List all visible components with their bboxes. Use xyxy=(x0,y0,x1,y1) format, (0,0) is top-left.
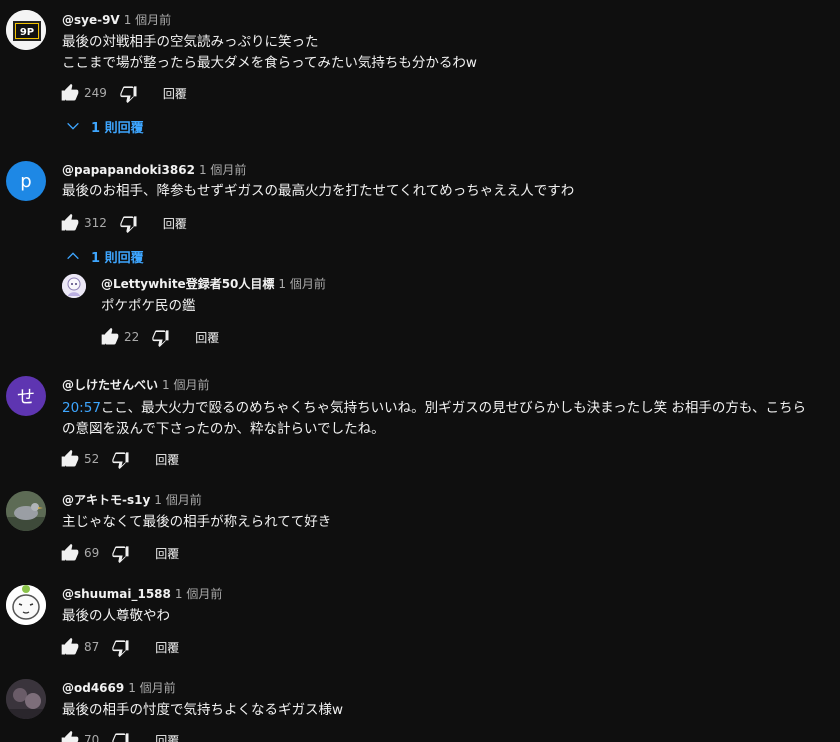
svg-text:9P: 9P xyxy=(20,27,34,38)
comment-line: の意図を汲んで下さったのか、粋な計らいでしたね。 xyxy=(62,421,385,437)
comment-header: @しけたせんべい 1 個月前 xyxy=(62,377,209,393)
comment-text: 最後の相手の忖度で気持ちよくなるギガス様w xyxy=(62,700,343,721)
avatar-letter: p xyxy=(20,170,32,192)
comment-time[interactable]: 1 個月前 xyxy=(128,681,175,695)
author-name[interactable]: @papapandoki3862 xyxy=(62,163,195,177)
comment-header: @sye-9V 1 個月前 xyxy=(62,12,171,28)
comment-line: 最後の対戦相手の空気読みっぷりに笑った xyxy=(62,34,319,50)
like-icon[interactable] xyxy=(58,728,82,742)
like-count: 52 xyxy=(84,452,100,466)
like-icon[interactable] xyxy=(58,447,82,471)
dislike-icon[interactable] xyxy=(117,211,141,235)
comment-actions: 69 回覆 xyxy=(58,541,179,565)
comment-header: @od4669 1 個月前 xyxy=(62,680,176,696)
replies-toggle-button[interactable]: 1 則回覆 xyxy=(63,114,144,138)
avatar-bird-icon xyxy=(6,491,46,531)
like-count: 87 xyxy=(84,640,100,654)
dislike-icon[interactable] xyxy=(149,325,173,349)
comment-header: @アキトモ-s1y 1 個月前 xyxy=(62,492,202,508)
avatar[interactable] xyxy=(6,679,46,719)
comment-text: 主じゃなくて最後の相手が称えられてて好き xyxy=(62,512,331,533)
comment-line: 最後の人尊敬やわ xyxy=(62,608,170,624)
comment-text: 最後の対戦相手の空気読みっぷりに笑った ここまで場が整ったら最大ダメを食らってみ… xyxy=(62,32,477,74)
avatar-letter: せ xyxy=(17,387,35,408)
comment-line: 最後のお相手、降参もせずギガスの最高火力を打たせてくれてめっちゃええ人ですわ xyxy=(62,183,575,199)
comment-time[interactable]: 1 個月前 xyxy=(199,163,246,177)
comment-header: @Lettywhite登録者50人目標 1 個月前 xyxy=(101,276,326,292)
avatar[interactable] xyxy=(62,274,86,298)
replies-count-label: 1 則回覆 xyxy=(91,120,144,136)
like-count: 22 xyxy=(124,330,140,344)
like-count: 69 xyxy=(84,546,100,560)
comment-header: @shuumai_1588 1 個月前 xyxy=(62,586,222,602)
comment-time[interactable]: 1 個月前 xyxy=(124,13,171,27)
avatar-character-icon xyxy=(62,274,86,298)
comment-text: 20:57ここ、最大火力で殴るのめちゃくちゃ気持ちいいね。別ギガスの見せびらかし… xyxy=(62,398,806,440)
author-name[interactable]: @sye-9V xyxy=(62,13,120,27)
comment-line: ポケポケ民の鑑 xyxy=(101,298,196,314)
chevron-up-icon xyxy=(63,246,83,266)
comment-actions: 87 回覆 xyxy=(58,635,179,659)
dislike-icon[interactable] xyxy=(109,635,133,659)
dislike-icon[interactable] xyxy=(109,728,133,742)
avatar[interactable] xyxy=(6,585,46,625)
comment-text: 最後のお相手、降参もせずギガスの最高火力を打たせてくれてめっちゃええ人ですわ xyxy=(62,181,574,202)
comment-line: 最後の相手の忖度で気持ちよくなるギガス様w xyxy=(62,702,344,718)
replies-count-label: 1 則回覆 xyxy=(91,250,144,266)
replies-toggle-button[interactable]: 1 則回覆 xyxy=(63,244,144,268)
comment-time[interactable]: 1 個月前 xyxy=(278,277,325,291)
timestamp-link[interactable]: 20:57 xyxy=(62,400,101,416)
comment-time[interactable]: 1 個月前 xyxy=(175,587,222,601)
reply-button[interactable]: 回覆 xyxy=(155,451,179,468)
chevron-down-icon xyxy=(63,116,83,136)
comment-actions: 70 回覆 xyxy=(58,728,179,742)
comment-actions: 249 回覆 xyxy=(58,81,187,105)
avatar-face-icon xyxy=(6,585,46,625)
comment-line-text: ここ、最大火力で殴るのめちゃくちゃ気持ちいいね。別ギガスの見せびらかしも決まった… xyxy=(100,400,806,416)
dislike-icon[interactable] xyxy=(109,541,133,565)
comment-line: 主じゃなくて最後の相手が称えられてて好き xyxy=(62,514,332,530)
like-count: 249 xyxy=(84,86,107,100)
like-count: 70 xyxy=(84,733,100,742)
like-icon[interactable] xyxy=(98,325,122,349)
author-name[interactable]: @しけたせんべい xyxy=(62,378,158,392)
reply-button[interactable]: 回覆 xyxy=(155,545,179,562)
avatar-photo-icon xyxy=(6,679,46,719)
comment-actions: 22 回覆 xyxy=(98,325,219,349)
reply-button[interactable]: 回覆 xyxy=(195,329,219,346)
avatar[interactable]: せ xyxy=(6,376,46,416)
like-icon[interactable] xyxy=(58,541,82,565)
reply-button[interactable]: 回覆 xyxy=(163,85,187,102)
comment-line: ここまで場が整ったら最大ダメを食らってみたい気持ちも分かるわw xyxy=(62,55,477,71)
like-icon[interactable] xyxy=(58,81,82,105)
like-count: 312 xyxy=(84,216,107,230)
author-name[interactable]: @Lettywhite登録者50人目標 xyxy=(101,277,274,291)
dislike-icon[interactable] xyxy=(109,447,133,471)
avatar[interactable]: p xyxy=(6,161,46,201)
reply-button[interactable]: 回覆 xyxy=(155,639,179,656)
dislike-icon[interactable] xyxy=(117,81,141,105)
comment-time[interactable]: 1 個月前 xyxy=(162,378,209,392)
comment-actions: 312 回覆 xyxy=(58,211,187,235)
avatar[interactable]: 9P xyxy=(6,10,46,50)
comment-actions: 52 回覆 xyxy=(58,447,179,471)
like-icon[interactable] xyxy=(58,211,82,235)
comment-text: 最後の人尊敬やわ xyxy=(62,606,170,627)
author-name[interactable]: @od4669 xyxy=(62,681,124,695)
author-name[interactable]: @アキトモ-s1y xyxy=(62,493,150,507)
comment-header: @papapandoki3862 1 個月前 xyxy=(62,162,246,178)
avatar[interactable] xyxy=(6,491,46,531)
reply-button[interactable]: 回覆 xyxy=(155,732,179,742)
avatar-logo-icon: 9P xyxy=(6,10,46,50)
comment-time[interactable]: 1 個月前 xyxy=(154,493,201,507)
author-name[interactable]: @shuumai_1588 xyxy=(62,587,171,601)
comment-line: 20:57ここ、最大火力で殴るのめちゃくちゃ気持ちいいね。別ギガスの見せびらかし… xyxy=(62,398,806,419)
reply-button[interactable]: 回覆 xyxy=(163,215,187,232)
comment-text: ポケポケ民の鑑 xyxy=(101,296,196,317)
like-icon[interactable] xyxy=(58,635,82,659)
